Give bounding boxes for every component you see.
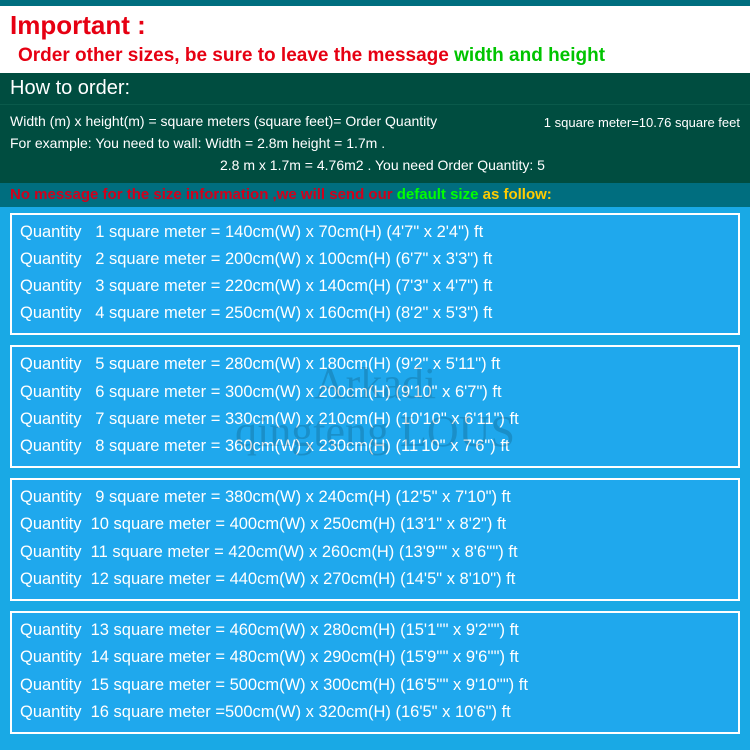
warn-green: default size — [397, 186, 483, 203]
size-group: Quantity 5 square meter = 280cm(W) x 180… — [10, 345, 740, 468]
size-row: Quantity 12 square meter = 440cm(W) x 27… — [20, 566, 730, 593]
header-subline: Order other sizes, be sure to leave the … — [0, 43, 750, 73]
size-group: Quantity 1 square meter = 140cm(W) x 70c… — [10, 213, 740, 336]
important-label: Important : — [10, 10, 146, 40]
howto-conversion: 1 square meter=10.76 square feet — [544, 113, 740, 133]
size-row: Quantity 1 square meter = 140cm(W) x 70c… — [20, 219, 730, 246]
howto-example-2: 2.8 m x 1.7m = 4.76m2 . You need Order Q… — [10, 155, 740, 177]
size-row: Quantity 6 square meter = 300cm(W) x 200… — [20, 379, 730, 406]
size-row: Quantity 15 square meter = 500cm(W) x 30… — [20, 672, 730, 699]
size-row: Quantity 4 square meter = 250cm(W) x 160… — [20, 300, 730, 327]
size-row: Quantity 5 square meter = 280cm(W) x 180… — [20, 351, 730, 378]
warn-yellow: as follow: — [483, 186, 552, 203]
size-row: Quantity 10 square meter = 400cm(W) x 25… — [20, 511, 730, 538]
default-size-warning: No message for the size information ,we … — [0, 183, 750, 207]
size-chart-document: Important : Order other sizes, be sure t… — [0, 0, 750, 750]
size-row: Quantity 7 square meter = 330cm(W) x 210… — [20, 406, 730, 433]
howto-body: Width (m) x height(m) = square meters (s… — [0, 104, 750, 183]
size-table: Quantity 1 square meter = 140cm(W) x 70c… — [0, 207, 750, 750]
howto-example-1: For example: You need to wall: Width = 2… — [10, 133, 740, 155]
size-row: Quantity 16 square meter =500cm(W) x 320… — [20, 699, 730, 726]
subline-green: width and height — [454, 45, 605, 66]
size-group: Quantity 13 square meter = 460cm(W) x 28… — [10, 611, 740, 734]
size-group: Quantity 9 square meter = 380cm(W) x 240… — [10, 478, 740, 601]
size-row: Quantity 9 square meter = 380cm(W) x 240… — [20, 484, 730, 511]
size-row: Quantity 8 square meter = 360cm(W) x 230… — [20, 433, 730, 460]
subline-red: Order other sizes, be sure to leave the … — [18, 45, 454, 66]
howto-formula: Width (m) x height(m) = square meters (s… — [10, 113, 437, 129]
warn-red: No message for the size information ,we … — [10, 186, 397, 203]
size-row: Quantity 11 square meter = 420cm(W) x 26… — [20, 539, 730, 566]
howto-title: How to order: — [0, 73, 750, 104]
size-row: Quantity 13 square meter = 460cm(W) x 28… — [20, 617, 730, 644]
size-row: Quantity 2 square meter = 200cm(W) x 100… — [20, 246, 730, 273]
size-row: Quantity 3 square meter = 220cm(W) x 140… — [20, 273, 730, 300]
header: Important : — [0, 6, 750, 43]
size-row: Quantity 14 square meter = 480cm(W) x 29… — [20, 644, 730, 671]
